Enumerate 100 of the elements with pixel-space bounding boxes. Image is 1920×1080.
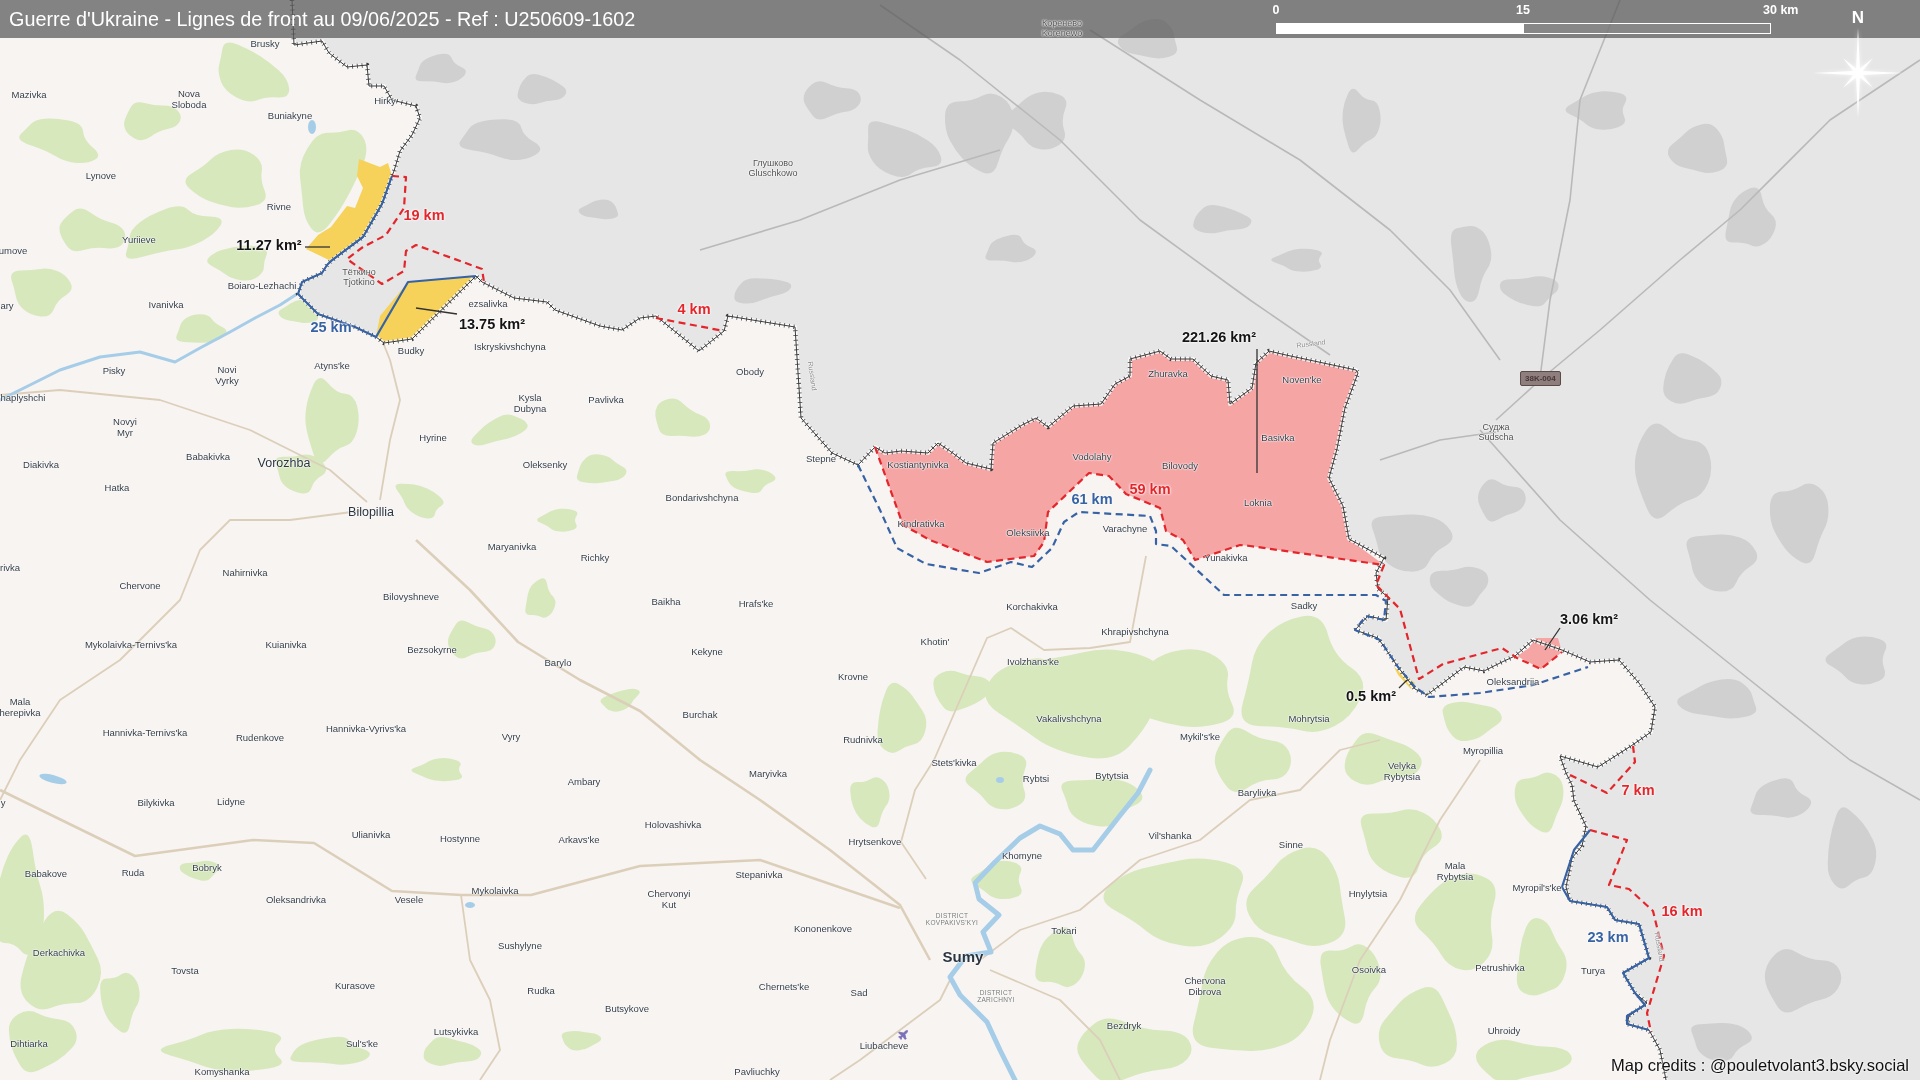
forest-patch xyxy=(600,688,640,712)
place-label: Loknia xyxy=(1244,497,1272,509)
city-label: Sumy xyxy=(942,948,984,966)
place-label: Mykil's'ke xyxy=(1180,731,1220,743)
place-label: Myropillia xyxy=(1462,745,1504,757)
place-label: Bilovody xyxy=(1162,460,1198,472)
place-label: Atyns'ke xyxy=(314,360,350,372)
place-label: Stepne xyxy=(805,453,837,465)
forest-patch xyxy=(471,414,528,446)
road-shield: 38K-004 xyxy=(1520,371,1561,386)
place-label: Novi Vyrky xyxy=(215,365,239,387)
forest-patch xyxy=(1499,276,1559,307)
place-label: Lutsykivka xyxy=(433,1026,479,1038)
place-label: Hannivka-Ternivs'ka xyxy=(102,727,188,739)
place-label: Hatka xyxy=(104,482,130,494)
forest-patch xyxy=(971,860,1022,900)
place-label: Mykolaivka xyxy=(471,885,519,897)
forest-patch xyxy=(850,777,890,828)
leader-line xyxy=(1544,627,1561,651)
place-label: Barylivka xyxy=(1237,787,1277,799)
place-label: Sadky xyxy=(1290,600,1318,612)
lake xyxy=(996,777,1004,783)
forest-patch xyxy=(576,454,627,484)
place-label: Chernets'ke xyxy=(758,981,810,993)
place-label: Hrytsenkove xyxy=(848,836,902,848)
place-label: Lidyne xyxy=(217,796,245,808)
place-label: Sinne xyxy=(1278,839,1304,851)
distance-label: 23 km xyxy=(1587,929,1629,945)
place-label: Vodolahy xyxy=(1072,451,1112,463)
scale-label: 0 xyxy=(1272,3,1280,17)
forest-patch xyxy=(1725,187,1776,247)
north-label: N xyxy=(1851,8,1865,28)
place-label: Zhuravka xyxy=(1148,368,1188,380)
place-label: Uhroidy xyxy=(1487,1025,1521,1037)
place-label: Ulianivka xyxy=(351,829,391,841)
map-title: Guerre d'Ukraine - Lignes de front au 09/06/2025 - Ref : U250609-1602 xyxy=(9,7,636,31)
place-label: Barylo xyxy=(544,657,572,669)
place-label: Korchakivka xyxy=(1006,601,1058,613)
place-label: Kekyne xyxy=(691,646,723,658)
place-label: Rybtsi xyxy=(1022,773,1050,785)
place-label: Stepanivka xyxy=(735,869,783,881)
place-label: Rudnivka xyxy=(843,734,883,746)
place-label: Petrushivka xyxy=(1475,962,1525,974)
forest-patch xyxy=(655,398,711,437)
distance-label: 19 km xyxy=(403,207,445,223)
place-label: Vesele xyxy=(394,894,424,906)
place-label: Maryanivka xyxy=(487,541,537,553)
place-label: Arkavs'ke xyxy=(558,834,600,846)
airplane-icon xyxy=(897,1029,909,1041)
place-label: Kysla Dubyna xyxy=(513,393,547,415)
forest-patch xyxy=(725,469,776,494)
place-label: ezsalivka xyxy=(468,298,508,310)
place-label: Rudenkove xyxy=(235,732,285,744)
place-label: Baikha xyxy=(651,596,681,608)
place-label: Pavlivka xyxy=(588,394,624,406)
place-label: Sad xyxy=(850,987,868,999)
forest-patch xyxy=(218,42,290,102)
place-label: Tovsta xyxy=(171,965,199,977)
place-label: Vakalivshchyna xyxy=(1036,713,1102,725)
place-label: Sushylyne xyxy=(498,940,542,952)
distance-label: 16 km xyxy=(1661,903,1703,919)
place-label: Varachyne xyxy=(1102,523,1148,535)
forest-patch xyxy=(561,1030,602,1051)
place-label: Khotin' xyxy=(920,636,950,648)
distance-label: 61 km xyxy=(1071,491,1113,507)
place-label: Mazivka xyxy=(11,89,47,101)
place-label: Vil'shanka xyxy=(1148,830,1192,842)
forest-patch xyxy=(537,508,578,532)
place-label: Bezsokyrne xyxy=(407,644,457,656)
place-label: Derkachivka xyxy=(32,947,86,959)
forest-patch xyxy=(1478,479,1526,522)
place-label: Ivolzhans'ke xyxy=(1007,656,1059,668)
leader-line xyxy=(304,246,331,248)
scale-label: 30 km xyxy=(1763,3,1799,17)
place-label: Sul's'ke xyxy=(345,1038,379,1050)
forest-patch xyxy=(395,483,444,519)
place-label: Myropil's'ke xyxy=(1512,882,1562,894)
place-label: Kononenkove xyxy=(793,923,853,935)
forest-patch xyxy=(1565,91,1627,130)
place-label: Mohrytsia xyxy=(1288,713,1330,725)
forest-patch xyxy=(423,1036,482,1066)
forest-patch xyxy=(1514,772,1564,833)
place-label: Oleksandrivka xyxy=(265,894,327,906)
place-label: Vyry xyxy=(501,731,521,743)
place-label: Turya xyxy=(1581,965,1605,977)
place-label: Holovashivka xyxy=(644,819,702,831)
place-label: Komyshanka xyxy=(194,1066,250,1078)
place-label: Oleksenky xyxy=(522,459,568,471)
place-label: Bezdryk xyxy=(1106,1020,1142,1032)
place-label: Bilovyshneve xyxy=(383,591,439,603)
forest-patch xyxy=(176,314,227,343)
place-label: Liubacheve xyxy=(859,1040,909,1052)
place-label: Velyka Rybytsia xyxy=(1383,761,1421,783)
place-label: y xyxy=(0,797,6,809)
place-label: Dihtiarka xyxy=(10,1038,48,1050)
area-label: 13.75 km² xyxy=(458,316,526,332)
place-label: Stets'kivka xyxy=(931,757,977,769)
place-label: Глушково Gluschkowo xyxy=(748,157,798,179)
place-label: Oleksiivka xyxy=(1006,527,1050,539)
place-label: Mykolaivka-Ternivs'ka xyxy=(84,639,178,651)
